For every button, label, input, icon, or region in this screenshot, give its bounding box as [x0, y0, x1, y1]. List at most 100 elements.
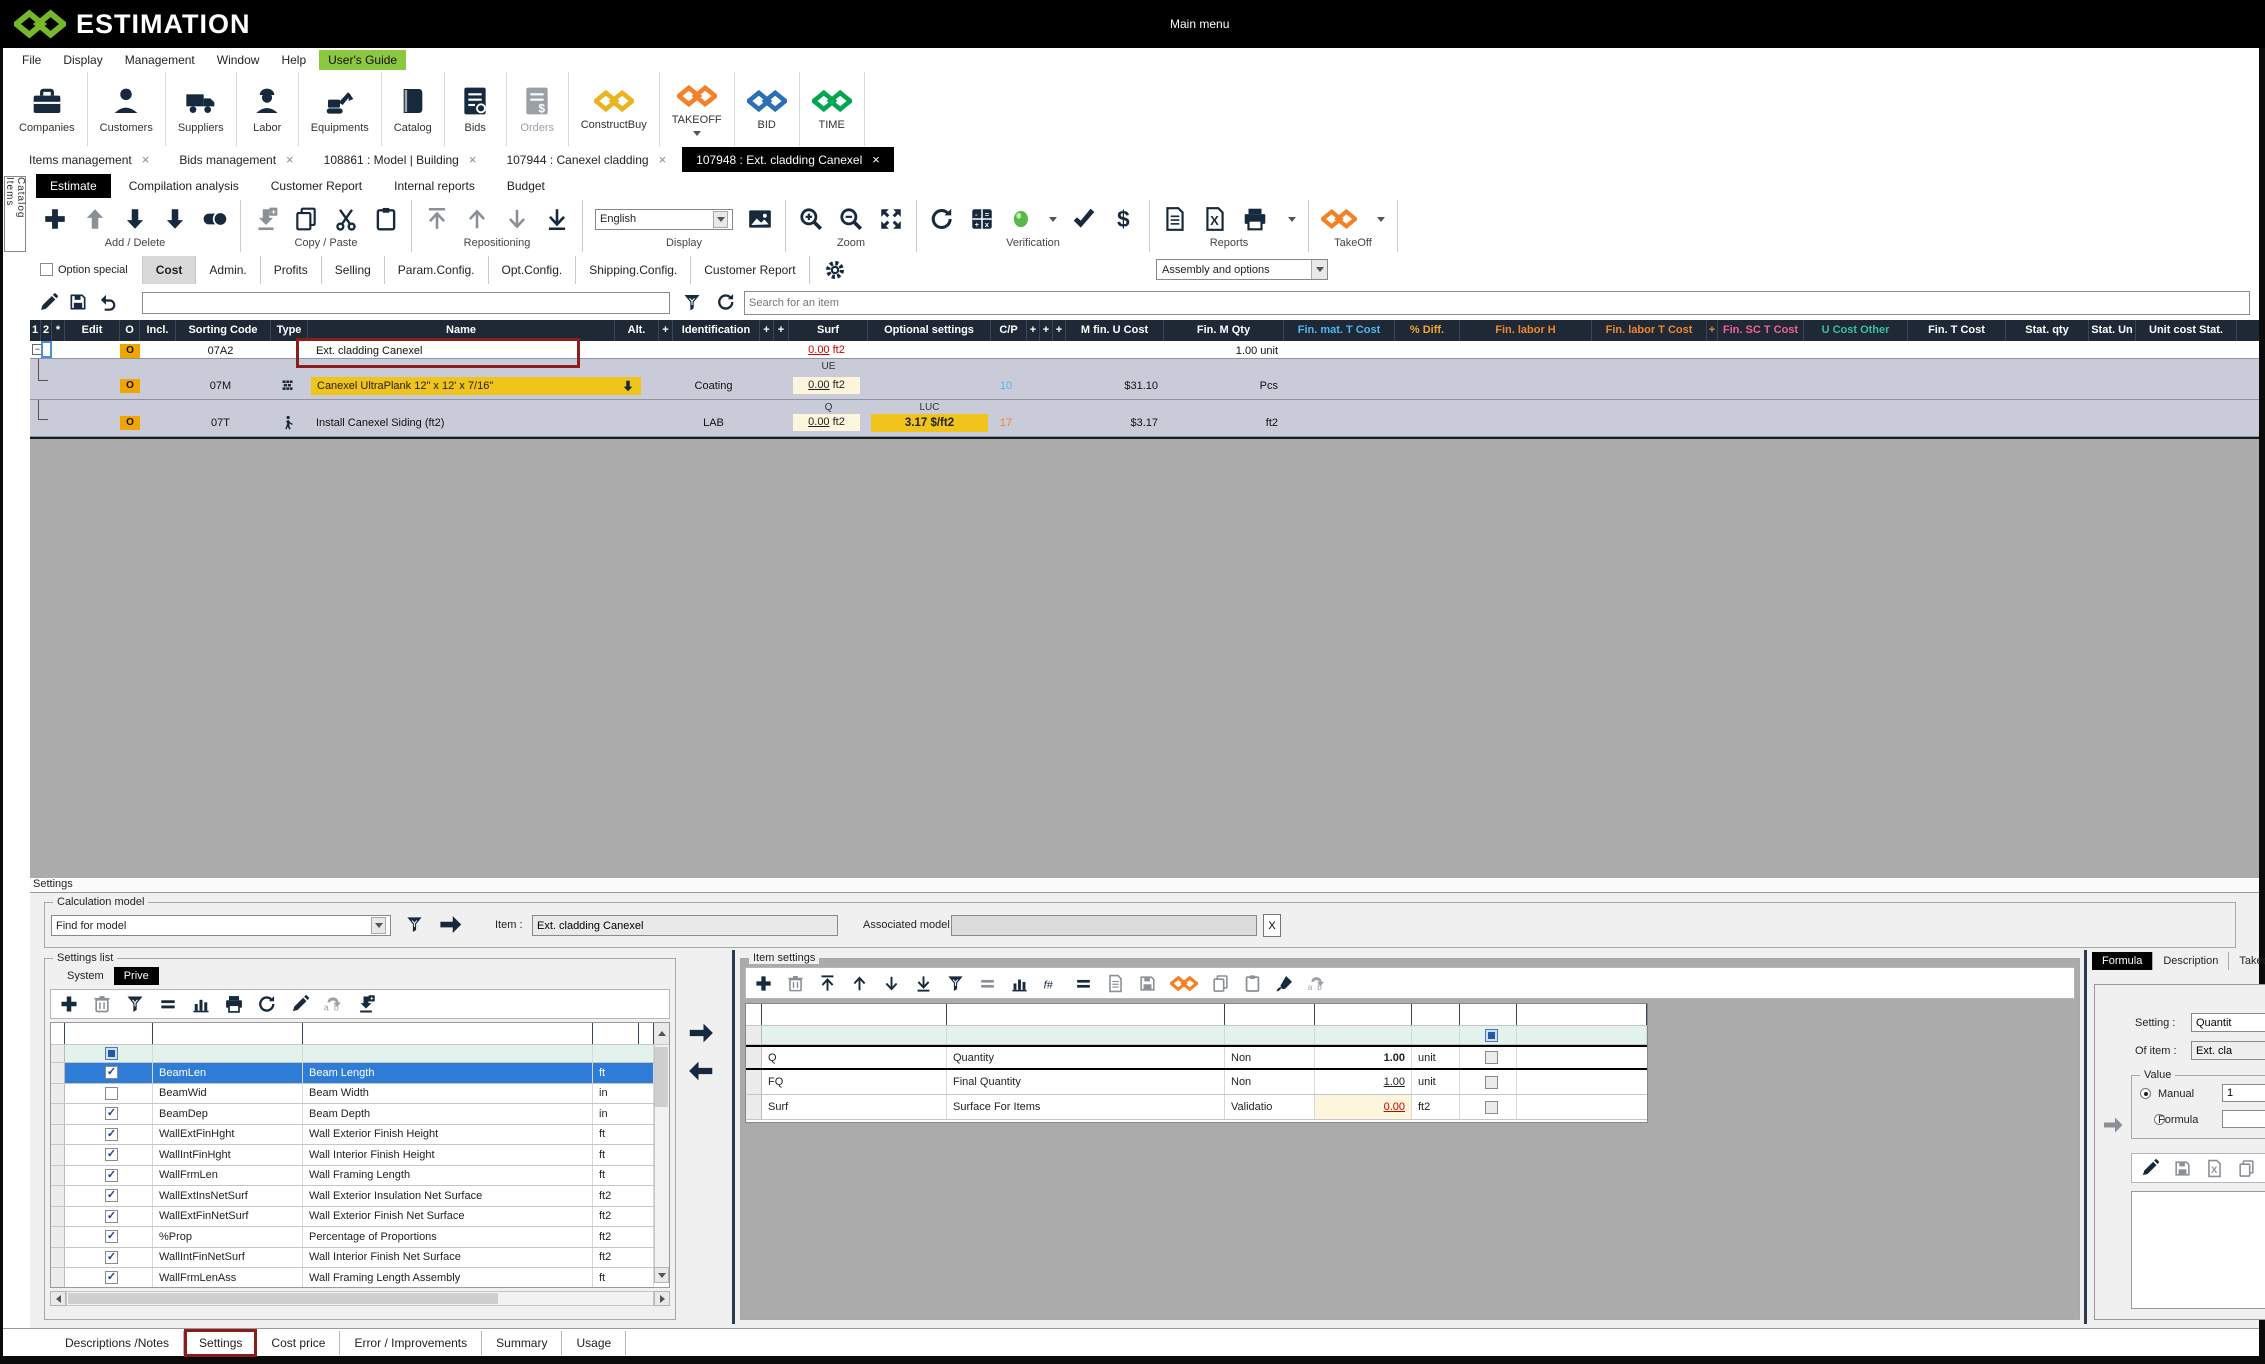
favourite-checkbox[interactable]: ✓	[105, 1066, 118, 1079]
settings-list-column-st[interactable]: st	[639, 1023, 654, 1044]
column-header--18[interactable]: +	[1040, 320, 1053, 341]
close-tab-icon[interactable]: ×	[286, 152, 294, 167]
favourite-checkbox[interactable]: ✓	[105, 1128, 118, 1141]
find-for-model-dropdown[interactable]: Find for model	[51, 915, 391, 936]
surf-value[interactable]: 0.00 ft2	[793, 414, 860, 431]
item-name-highlight[interactable]: Canexel UltraPlank 12" x 12' x 7/16"	[311, 377, 641, 395]
favourite-cell[interactable]	[65, 1084, 153, 1104]
add-param-icon[interactable]	[754, 974, 773, 993]
bottom-tab-settings[interactable]: Settings	[184, 1329, 257, 1357]
column-header--10[interactable]: +	[659, 320, 673, 341]
filter-checkbox[interactable]	[105, 1047, 118, 1060]
paste-param-icon[interactable]	[1243, 974, 1262, 993]
bottom-tab-usage[interactable]: Usage	[562, 1331, 626, 1355]
hscroll-left-button[interactable]	[50, 1291, 66, 1306]
close-tab-icon[interactable]: ×	[469, 152, 477, 167]
filter-cell[interactable]	[1460, 1026, 1517, 1044]
assembly-options-dropdown[interactable]: Assembly and options	[1156, 259, 1328, 280]
settings-list-column-default-name[interactable]: Default Name	[303, 1023, 593, 1044]
vscroll-up-button[interactable]	[654, 1023, 669, 1044]
app-button-bid[interactable]: BID	[735, 72, 800, 146]
dropdown-caret-icon[interactable]	[1049, 217, 1057, 222]
column-header-2-1[interactable]: 2	[41, 320, 52, 341]
item-value-input[interactable]	[532, 915, 838, 936]
favourite-cell[interactable]: ✓	[65, 1145, 153, 1165]
full-screen-icon[interactable]	[878, 206, 904, 232]
settings-list-column-favourites[interactable]: Favourites	[65, 1023, 153, 1044]
settings-row-beamlen[interactable]: ✓BeamLenBeam Lengthft	[51, 1063, 669, 1084]
menu-item-display[interactable]: Display	[54, 50, 111, 70]
row-gutter[interactable]	[51, 1186, 65, 1206]
formula-edit-pencil-icon[interactable]	[2140, 1158, 2160, 1178]
app-button-companies[interactable]: Companies	[7, 72, 88, 146]
favourite-cell[interactable]: ✓	[65, 1125, 153, 1145]
column-header-c-p-16[interactable]: C/P	[991, 320, 1027, 341]
print-list-icon[interactable]	[224, 994, 244, 1014]
filter-cell[interactable]	[762, 1026, 947, 1044]
associated-model-input[interactable]	[951, 915, 1257, 936]
column-header-alt-9[interactable]: Alt.	[615, 320, 659, 341]
code-filter-cell[interactable]	[153, 1045, 303, 1062]
view-tab-budget[interactable]: Budget	[493, 174, 559, 198]
rename-icon[interactable]: ab	[323, 994, 343, 1014]
param-value-cell[interactable]: 1.00	[1315, 1070, 1412, 1094]
equalize-icon[interactable]	[158, 994, 178, 1014]
grid-settings-gear-icon[interactable]	[824, 259, 846, 281]
formula-excel-icon[interactable]: X	[2205, 1159, 2224, 1178]
undo-icon[interactable]	[98, 292, 118, 312]
settings-list-tab-prive[interactable]: Prive	[114, 967, 159, 985]
validate-check-icon[interactable]	[1071, 206, 1097, 232]
item-settings-column-constant[interactable]: Constant	[1460, 1004, 1517, 1025]
favourite-checkbox[interactable]: ✓	[105, 1210, 118, 1223]
zoom-out-icon[interactable]	[838, 206, 864, 232]
toggle-option-icon[interactable]	[202, 206, 228, 232]
model-filter-funnel-icon[interactable]	[405, 913, 424, 936]
favourite-cell[interactable]: ✓	[65, 1268, 153, 1288]
column-header-fin-m-qty-21[interactable]: Fin. M Qty	[1164, 320, 1284, 341]
row-gutter[interactable]	[51, 1063, 65, 1083]
column-header-unit-cost-stat-32[interactable]: Unit cost Stat.	[2136, 320, 2237, 341]
param-takeoff-cell[interactable]	[1517, 1070, 1647, 1094]
add-setting-icon[interactable]	[59, 994, 79, 1014]
hscroll-right-button[interactable]	[654, 1291, 670, 1306]
app-button-takeoff[interactable]: TAKEOFF	[660, 72, 735, 146]
calculation-grid-icon[interactable]: -=+x	[969, 206, 995, 232]
language-dropdown-button[interactable]	[713, 211, 728, 228]
quick-edit-input[interactable]	[142, 292, 670, 314]
column-header--19[interactable]: +	[1053, 320, 1066, 341]
bottom-tab-summary[interactable]: Summary	[482, 1331, 562, 1355]
formula-panel-tab-description[interactable]: Description	[2153, 952, 2229, 970]
document-tab-items-management[interactable]: Items management×	[15, 147, 163, 172]
zoom-in-icon[interactable]	[798, 206, 824, 232]
row-gutter[interactable]	[51, 1104, 65, 1124]
favourite-checkbox[interactable]: ✓	[105, 1107, 118, 1120]
add-line-icon[interactable]	[42, 206, 68, 232]
print-icon[interactable]	[1242, 206, 1268, 232]
thick-equals-icon[interactable]	[1074, 974, 1093, 993]
app-button-equipments[interactable]: Equipments	[299, 72, 382, 146]
document-tab-108861-model-building[interactable]: 108861 : Model | Building×	[310, 147, 491, 172]
column-header--17[interactable]: +	[1027, 320, 1040, 341]
option-tab-customer-report[interactable]: Customer Report	[691, 256, 809, 284]
save-params-icon[interactable]	[1138, 974, 1157, 993]
cut-icon[interactable]	[333, 206, 359, 232]
constant-checkbox[interactable]	[1485, 1051, 1498, 1064]
formula-apply-arrow-icon[interactable]	[2101, 1113, 2125, 1137]
item-settings-column-code[interactable]: Code	[762, 1004, 947, 1025]
column-header--13[interactable]: +	[774, 320, 789, 341]
favourite-cell[interactable]: ✓	[65, 1227, 153, 1247]
column-header-1-0[interactable]: 1	[30, 320, 41, 341]
row-gutter[interactable]	[51, 1227, 65, 1247]
equalize-params-icon[interactable]	[978, 974, 997, 993]
menu-item-file[interactable]: File	[13, 50, 50, 70]
row-gutter[interactable]	[51, 1125, 65, 1145]
column-header-fin-mat-t-cost-22[interactable]: Fin. mat. T Cost	[1284, 320, 1395, 341]
param-down-icon[interactable]	[882, 974, 901, 993]
search-input[interactable]	[744, 291, 2250, 315]
transfer-right-arrow-icon[interactable]	[686, 1018, 716, 1048]
import-setting-icon[interactable]: +	[356, 994, 376, 1014]
filter-funnel-icon[interactable]	[682, 292, 702, 313]
insert-above-icon[interactable]	[82, 206, 108, 232]
estimate-row-2[interactable]: QLUCO07TInstall Canexel Siding (ft2)LAB0…	[30, 400, 2259, 437]
filter-cell[interactable]	[1225, 1026, 1315, 1044]
